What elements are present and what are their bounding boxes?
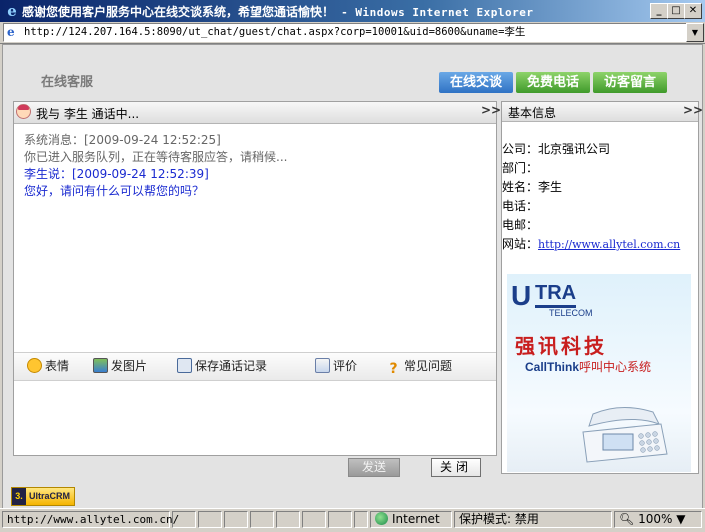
info-row-department: 部门： [502,161,539,175]
address-url: http://124.207.164.5:8090/ut_chat/guest/… [24,26,526,38]
chat-collapse-button[interactable]: >> [481,103,501,117]
ultra-telecom-logo: U TRA TELECOM [511,280,593,318]
ultracrm-logo: 3. UltraCRM [11,487,75,506]
status-bar: http://www.allytel.com.cn/ Internet 保护模式… [0,508,705,532]
info-row-website: 网站：http://www.allytel.com.cn [502,237,681,251]
status-cell [302,511,326,528]
close-chat-button[interactable]: 关闭 [431,458,481,477]
info-header: 基本信息 >> [502,102,703,122]
website-link[interactable]: http://www.allytel.com.cn [538,238,680,251]
status-cell [198,511,222,528]
service-logo: 在线客服 [41,75,94,90]
chat-toolbar: 表情 发图片 保存通话记录 评价 ? 常见问题 [14,352,496,381]
ie-logo-icon: e [7,2,17,20]
question-mark-icon: ? [389,361,398,377]
info-title: 基本信息 [508,106,557,120]
tab-free-call[interactable]: 免费电话 [516,72,590,93]
send-button[interactable]: 发送 [348,458,400,477]
status-url: http://www.allytel.com.cn/ [2,511,179,528]
user-avatar-icon [16,104,31,119]
chat-log: 系统消息：[2009-09-24 12:52:25] 你已进入服务队列，正在等待… [24,132,484,200]
info-row-email: 电邮： [502,218,539,232]
picture-icon [93,358,108,373]
close-window-button[interactable]: ✕ [684,3,702,19]
faq-button[interactable]: ? 常见问题 [386,357,452,377]
send-image-button[interactable]: 发图片 [93,357,147,375]
ad-product-name: CallThink呼叫中心系统 [525,360,652,374]
tab-online-chat[interactable]: 在线交谈 [439,72,513,93]
zoom-control[interactable]: 🔍︎ 100% ▼ [614,511,702,528]
rating-icon [315,358,330,373]
info-row-phone: 电话： [502,199,539,213]
rate-button[interactable]: 评价 [315,357,357,375]
address-input[interactable]: e http://124.207.164.5:8090/ut_chat/gues… [3,23,689,42]
tab-leave-message[interactable]: 访客留言 [593,72,667,93]
status-cell [172,511,196,528]
globe-icon [375,512,388,525]
page-content: 在线客服 在线交谈 免费电话 访客留言 我与 李生 通话中... >> 系统消息… [2,44,703,509]
ad-company-name: 强讯科技 [515,334,607,358]
chat-title: 我与 李生 通话中... [36,107,140,121]
info-panel: 基本信息 >> 公司：北京强讯公司 部门： 姓名：李生 电话： 电邮： 网站：h… [501,101,703,474]
chat-panel: 我与 李生 通话中... >> 系统消息：[2009-09-24 12:52:2… [13,101,501,456]
window-titlebar[interactable]: e 感谢您使用客户服务中心在线交谈系统，希望您通话愉快！ - Windows I… [0,0,705,22]
protected-mode-status[interactable]: 保护模式: 禁用 [454,511,612,528]
address-bar: e http://124.207.164.5:8090/ut_chat/gues… [0,22,705,44]
address-dropdown-button[interactable]: ▼ [686,23,704,42]
chat-message: 你已进入服务队列，正在等待客服应答，请稍候... [24,150,288,164]
status-cell [328,511,352,528]
chat-message: 系统消息：[2009-09-24 12:52:25] [24,133,221,147]
chat-message: 李生说：[2009-09-24 12:52:39] [24,167,209,181]
emoji-button[interactable]: 表情 [27,357,69,375]
status-cell [276,511,300,528]
maximize-button[interactable]: □ [667,3,685,19]
telephone-icon [582,407,668,463]
info-row-name: 姓名：李生 [502,180,563,194]
minimize-button[interactable]: _ [650,3,668,19]
save-record-icon [177,358,192,373]
zoom-icon: 🔍︎ [619,512,635,526]
page-icon: e [7,25,15,39]
info-collapse-button[interactable]: >> [683,103,703,117]
window-title: 感谢您使用客户服务中心在线交谈系统，希望您通话愉快！ - Windows Int… [22,5,534,19]
info-row-company: 公司：北京强讯公司 [502,142,611,156]
save-record-button[interactable]: 保存通话记录 [177,357,267,375]
chat-header: 我与 李生 通话中... >> [14,102,501,124]
message-input[interactable] [14,381,496,454]
chat-message: 您好，请问有什么可以帮您的吗？ [24,184,205,198]
status-cell [224,511,248,528]
company-ad-banner[interactable]: U TRA TELECOM 强讯科技 CallThink呼叫中心系统 [507,274,691,472]
smiley-icon [27,358,42,373]
status-zone: Internet [370,511,452,528]
status-cell [354,511,368,528]
status-cell [250,511,274,528]
